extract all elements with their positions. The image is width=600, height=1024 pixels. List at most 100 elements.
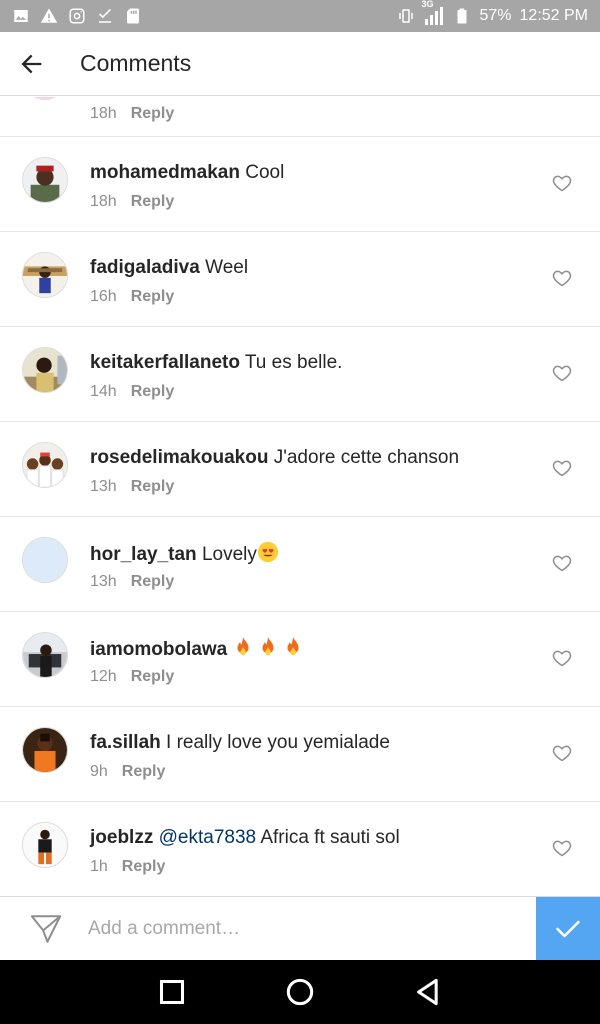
- avatar[interactable]: [22, 442, 68, 488]
- avatar[interactable]: [22, 157, 68, 203]
- list-item: fa.sillah I really love you yemialade 9h…: [0, 707, 600, 802]
- reply-button[interactable]: Reply: [131, 668, 175, 686]
- avatar[interactable]: [22, 347, 68, 393]
- system-nav-bar: [0, 960, 600, 1024]
- recents-square-icon: [159, 979, 185, 1005]
- header: Comments: [0, 32, 600, 96]
- comment-mention[interactable]: @ekta7838: [159, 827, 256, 848]
- comment-composer: [0, 896, 600, 961]
- paper-plane-icon: [30, 914, 62, 943]
- list-item: rosedelimakouakou J'adore cette chanson …: [0, 422, 600, 517]
- comment-username[interactable]: iamomobolawa: [90, 639, 227, 660]
- avatar[interactable]: [22, 822, 68, 868]
- comment-username[interactable]: mohamedmakan: [90, 162, 240, 183]
- heart-eyes-emoji-icon: [257, 541, 279, 570]
- fire-emoji-icon: [233, 636, 253, 665]
- list-item: joeblzz @ekta7838 Africa ft sauti sol 1h…: [0, 802, 600, 896]
- comment-time: 12h: [90, 668, 117, 685]
- comment-username[interactable]: keitakerfallaneto: [90, 352, 240, 373]
- avatar[interactable]: [22, 727, 68, 773]
- home-circle-icon: [286, 978, 314, 1006]
- arrow-left-icon: [21, 54, 42, 73]
- back-triangle-icon: [417, 978, 438, 1006]
- heart-icon: [552, 175, 572, 192]
- comment-input[interactable]: [88, 917, 508, 940]
- comment-username[interactable]: fa.sillah: [90, 732, 161, 753]
- instagram-icon: [68, 7, 86, 25]
- heart-icon: [552, 650, 572, 667]
- back-nav-button[interactable]: [404, 968, 452, 1016]
- reply-button[interactable]: Reply: [131, 573, 175, 591]
- like-button[interactable]: [552, 268, 572, 288]
- list-item: iamomobolawa 12h Reply: [0, 612, 600, 707]
- page-title: Comments: [80, 50, 192, 76]
- avatar[interactable]: [22, 537, 68, 583]
- status-bar: 3G 57% 12:52 PM: [0, 0, 600, 32]
- comment-username[interactable]: rosedelimakouakou: [90, 447, 268, 468]
- reply-button[interactable]: Reply: [131, 193, 175, 211]
- comment-text: Africa ft sauti sol: [260, 827, 400, 848]
- reply-button[interactable]: Reply: [122, 858, 166, 876]
- heart-icon: [552, 365, 572, 382]
- comment-time: 9h: [90, 763, 108, 780]
- comment-text: I really love you yemialade: [166, 732, 390, 753]
- battery-percent: 57%: [479, 7, 512, 24]
- vibrate-icon: [397, 7, 415, 25]
- comment-time: 14h: [90, 383, 117, 400]
- avatar[interactable]: [22, 97, 68, 100]
- avatar[interactable]: [22, 252, 68, 298]
- reply-button[interactable]: Reply: [131, 288, 175, 306]
- comments-list[interactable]: 18h Reply mohamedmakan Cool 18h Reply fad…: [0, 97, 600, 896]
- avatar[interactable]: [22, 632, 68, 678]
- reply-button[interactable]: Reply: [131, 478, 175, 496]
- recents-button[interactable]: [148, 968, 196, 1016]
- like-button[interactable]: [552, 838, 572, 858]
- heart-icon: [552, 270, 572, 287]
- back-button[interactable]: [0, 32, 64, 96]
- comment-time: 13h: [90, 478, 117, 495]
- reply-button[interactable]: Reply: [131, 105, 175, 123]
- comment-time: 1h: [90, 858, 108, 875]
- signal-icon: 3G: [421, 0, 445, 25]
- status-notifications: [12, 7, 142, 25]
- comment-username[interactable]: hor_lay_tan: [90, 544, 197, 565]
- comment-time: 13h: [90, 573, 117, 590]
- like-button[interactable]: [552, 553, 572, 573]
- checkmark-icon: [556, 920, 580, 938]
- reply-button[interactable]: Reply: [131, 383, 175, 401]
- heart-icon: [552, 555, 572, 572]
- comment-time: 18h: [90, 105, 117, 122]
- like-button[interactable]: [552, 458, 572, 478]
- sd-card-icon: [124, 7, 142, 25]
- list-item: mohamedmakan Cool 18h Reply: [0, 137, 600, 232]
- comment-time: 16h: [90, 288, 117, 305]
- download-done-icon: [96, 7, 114, 25]
- list-item: keitakerfallaneto Tu es belle. 14h Reply: [0, 327, 600, 422]
- warning-icon: [40, 7, 58, 25]
- comment-text: Weel: [205, 257, 249, 278]
- comment-text: Cool: [245, 162, 285, 183]
- battery-icon: [453, 7, 471, 25]
- like-button[interactable]: [552, 743, 572, 763]
- comment-text: Lovely: [201, 544, 257, 565]
- home-button[interactable]: [276, 968, 324, 1016]
- list-item: fadigaladiva Weel 16h Reply: [0, 232, 600, 327]
- reply-button[interactable]: Reply: [122, 763, 166, 781]
- like-button[interactable]: [552, 363, 572, 383]
- comment-partial: 18h Reply: [0, 97, 600, 137]
- post-button[interactable]: [536, 897, 600, 961]
- comment-username[interactable]: fadigaladiva: [90, 257, 200, 278]
- direct-share-button[interactable]: [22, 905, 70, 953]
- list-item: hor_lay_tan Lovely 13h Reply: [0, 517, 600, 612]
- comment-text: Tu es belle.: [244, 352, 343, 373]
- comment-username[interactable]: joeblzz: [90, 827, 153, 848]
- gallery-icon: [12, 7, 30, 25]
- heart-icon: [552, 460, 572, 477]
- fire-emoji-icon: [283, 636, 303, 665]
- like-button[interactable]: [552, 173, 572, 193]
- fire-emoji-icon: [258, 636, 278, 665]
- clock: 12:52 PM: [519, 7, 588, 24]
- heart-icon: [552, 840, 572, 857]
- like-button[interactable]: [552, 648, 572, 668]
- heart-icon: [552, 745, 572, 762]
